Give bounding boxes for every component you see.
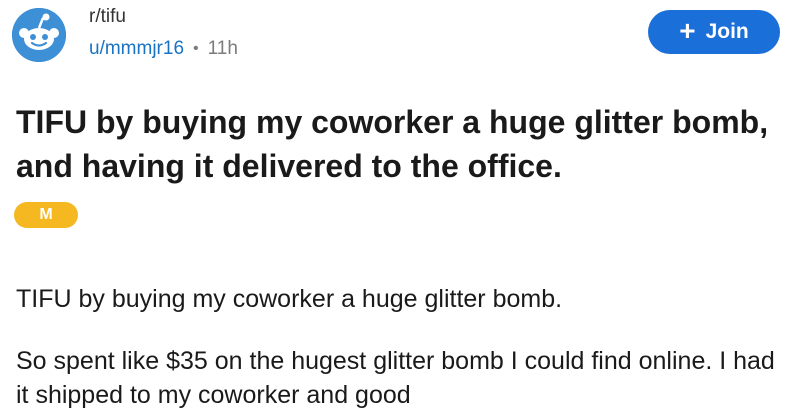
post-time: 11h xyxy=(207,38,238,59)
join-label: Join xyxy=(705,20,749,43)
post-meta: u/mmmjr16 • 11h xyxy=(89,38,238,60)
snoo-face-icon xyxy=(12,8,66,62)
subreddit-avatar[interactable] xyxy=(12,8,66,62)
post-title[interactable]: TIFU by buying my coworker a huge glitte… xyxy=(16,100,786,188)
author-link[interactable]: u/mmmjr16 xyxy=(89,38,184,60)
post-body-paragraph: TIFU by buying my coworker a huge glitte… xyxy=(16,285,563,313)
subreddit-name[interactable]: r/tifu xyxy=(89,6,126,28)
post-flair[interactable]: M xyxy=(14,202,78,228)
plus-icon: + xyxy=(679,15,696,46)
post-body-paragraph: So spent like $35 on the hugest glitter … xyxy=(16,347,775,409)
meta-separator: • xyxy=(193,40,199,57)
join-button[interactable]: + Join xyxy=(648,10,780,54)
